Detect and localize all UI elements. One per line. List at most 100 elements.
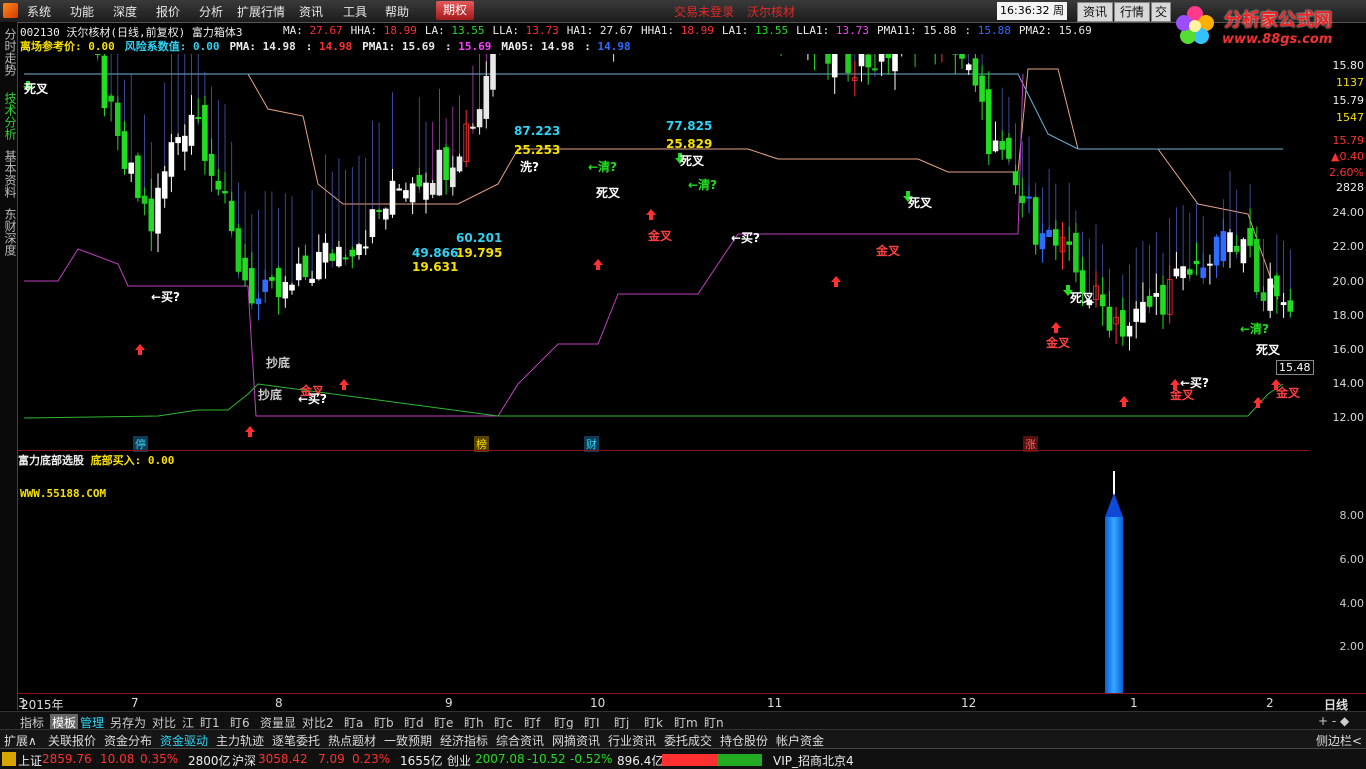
tab-eastmoney-depth[interactable]: 东财深度 [1,208,16,256]
price-axis: 15.80113715.79154715.79▲0.402.60%282824.… [1309,54,1366,454]
indicator-item: PMA2: 15.69 [1019,24,1092,37]
bottom-signal-label: 抄底 [266,354,290,371]
sub-tick: 6.00 [1340,553,1365,566]
hs-label: 沪深 [232,752,256,769]
function-tab[interactable]: 资金驱动 [160,732,208,749]
candle-body [893,54,898,71]
candle-body [1214,237,1219,265]
function-tab[interactable]: 持仓股份 [720,732,768,749]
menu-system[interactable]: 系统 [27,3,51,20]
hs-change: 7.09 [318,752,345,766]
candle-body [196,117,201,118]
sidebar-toggle[interactable]: 侧边栏< [1316,732,1362,749]
menu-options-tab[interactable]: 期权 [436,1,474,20]
candle-body [437,150,442,195]
function-tab[interactable]: 综合资讯 [496,732,544,749]
buy-arrow-icon [831,276,841,287]
function-tab[interactable]: 逐笔委托 [272,732,320,749]
indicator-value: 13.55 [445,24,485,37]
candle-body [216,181,221,189]
hs-percent: 0.23% [352,752,390,766]
candle-body [1254,239,1259,291]
zoom-controls[interactable]: + - ◆ [1318,714,1349,728]
tab-tech-analysis[interactable]: 技术分析 [1,92,16,140]
cy-change: -10.52 [527,752,566,766]
candle-body [1047,230,1052,236]
function-tab[interactable]: 资金分布 [104,732,152,749]
candle-body [1241,240,1246,263]
function-tab[interactable]: 主力轨迹 [216,732,264,749]
date-label: 11 [767,696,782,710]
main-candlestick-chart[interactable]: 死叉死叉死叉死叉死叉死叉金叉金叉金叉金叉金叉金叉←买?←买?←买?←买?←清?←… [18,54,1309,450]
function-tab[interactable]: 一致预期 [384,732,432,749]
function-tab[interactable]: 关联报价 [48,732,96,749]
indicator-item: 离场参考价: 0.00 [20,40,115,53]
candle-body [156,188,161,233]
menu-news[interactable]: 资讯 [299,3,323,20]
indicator-label: 离场参考价: [20,40,82,53]
brand-watermark: 分析家公式网 www.88gs.com [1172,0,1366,54]
indicator-label: LLA: [493,24,520,37]
function-tab[interactable]: 扩展∧ [4,732,37,749]
menu-ext-market[interactable]: 扩展行情 [237,3,285,20]
function-tab[interactable]: 帐户资金 [776,732,824,749]
app-logo-icon [3,3,18,18]
candle-body [1261,293,1266,301]
function-tab[interactable]: 行业资讯 [608,732,656,749]
indicator-values-2: 离场参考价: 0.00风险系数值: 0.00PMA: 14.98: 14.98P… [20,38,641,54]
menu-quote[interactable]: 报价 [156,3,180,20]
candle-body [377,210,382,211]
sh-flag-icon [2,752,16,766]
indicator-item: HHA: 18.99 [351,24,417,37]
server-name[interactable]: VIP_招商北京4 [773,752,854,769]
sh-value: 2859.76 [42,752,92,766]
candle-body [410,184,415,202]
tab-fundamentals[interactable]: 基本资料 [1,150,16,198]
envelope-line [24,384,1283,418]
menu-tools[interactable]: 工具 [343,3,367,20]
hs-value: 3058.42 [258,752,308,766]
function-tab[interactable]: 经济指标 [440,732,488,749]
menu-depth[interactable]: 深度 [113,3,137,20]
buy-signal-label: ←买? [298,390,327,407]
indicator-value: 13.73 [519,24,559,37]
menu-function[interactable]: 功能 [70,3,94,20]
trade-button[interactable]: 交 [1151,2,1171,22]
date-label: 10 [590,696,605,710]
news-button[interactable]: 资讯 [1077,2,1113,22]
indicator-value: 15.69 [1052,24,1092,37]
menu-help[interactable]: 帮助 [385,3,409,20]
indicator-label: PMA1: [362,40,395,53]
candle-body [1020,196,1025,202]
indicator-item: HA1: 27.67 [567,24,633,37]
function-tab[interactable]: 热点题材 [328,732,376,749]
indicator-item: PMA1: 15.69 [362,40,435,53]
indicator-item: 风险系数值: 0.00 [125,40,220,53]
candle-body [316,252,321,278]
candle-body [1161,285,1166,314]
market-button[interactable]: 行情 [1114,2,1150,22]
dead-cross-label: 死叉 [1070,289,1094,306]
indicator-item: MA05: 14.98 [501,40,574,53]
axis-quote-value: 2.60% [1329,166,1364,179]
sub-indicator-chart[interactable] [18,450,1309,694]
function-tab[interactable]: 网摘资讯 [552,732,600,749]
candle-body [973,59,978,85]
indicator-value: 14.98 [591,40,631,53]
menu-analysis[interactable]: 分析 [199,3,223,20]
candle-body [1288,301,1293,312]
sell-signal-label: ←清? [1240,320,1269,337]
price-tick: 20.00 [1333,275,1365,288]
candle-body [1067,242,1072,245]
indicator-label: LA1: [722,24,749,37]
trade-login-status[interactable]: 交易未登录 [674,3,734,20]
candle-body [1040,234,1045,249]
function-tab[interactable]: 委托成交 [664,732,712,749]
date-label: 12 [961,696,976,710]
left-side-tabs: 分时走势 技术分析 基本资料 东财深度 [0,22,18,710]
tab-intraday[interactable]: 分时走势 [1,28,16,76]
indicator-item: MA: 27.67 [283,24,343,37]
axis-quote-value: 1137 [1336,76,1364,89]
date-label: 7 [131,696,139,710]
date-label: 2 [1266,696,1274,710]
